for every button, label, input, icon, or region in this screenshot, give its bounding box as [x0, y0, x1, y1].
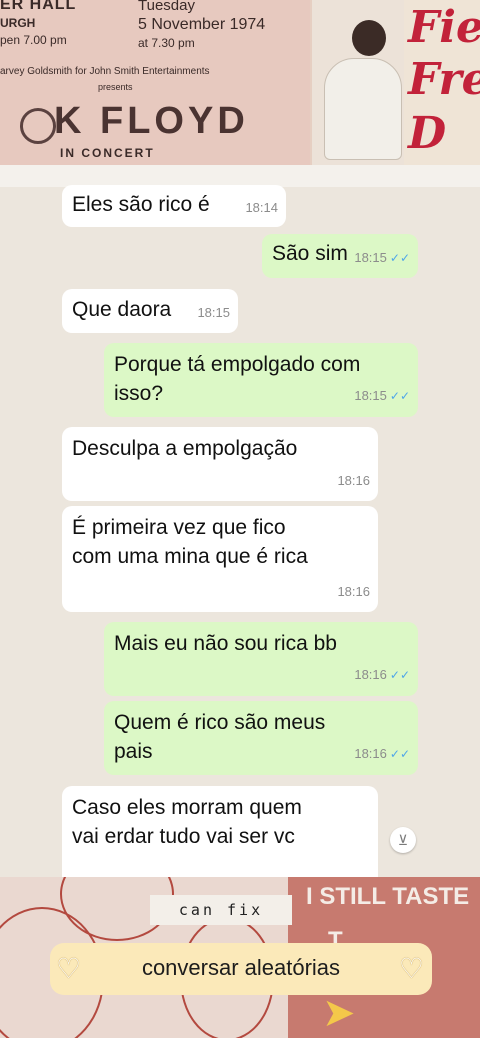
ticket-day: Tuesday: [138, 0, 195, 14]
red-script-text: Fiel Frei D: [404, 0, 480, 165]
message-time: 18:16: [337, 584, 370, 599]
chat-screenshot: Eles são rico é 18:14 São sim 18:15 ✓✓ Qu…: [0, 165, 480, 877]
message-time: 18:14: [245, 200, 278, 215]
top-collage: ER HALL URGH pen 7.00 pm Tuesday 5 Novem…: [0, 0, 480, 165]
message-bubble-incoming[interactable]: Caso eles morram quem vai erdar tudo vai…: [62, 786, 378, 877]
message-text: Que daora: [72, 298, 172, 321]
heart-icon: ♡: [398, 953, 424, 984]
scroll-down-button[interactable]: ⊻: [390, 827, 416, 853]
cursor-arrow-icon: ➤: [322, 991, 356, 1035]
message-text: São sim: [272, 242, 348, 265]
photo-dress-shape: [324, 58, 402, 160]
chevron-double-down-icon: ⊻: [397, 832, 409, 848]
caption-label: conversar aleatórias: [141, 955, 341, 980]
message-bubble-incoming[interactable]: Desculpa a empolgação 18:16: [62, 427, 378, 501]
message-text-line: É primeira vez que fico: [72, 516, 286, 539]
chat-top-fade: [0, 165, 480, 187]
ticket-date: 5 November 1974: [138, 16, 266, 33]
message-bubble-outgoing[interactable]: Porque tá empolgado com isso? 18:15 ✓✓: [104, 343, 418, 417]
message-text-line: Porque tá empolgado com: [114, 353, 361, 376]
concert-ticket-image: ER HALL URGH pen 7.00 pm Tuesday 5 Novem…: [0, 0, 310, 165]
caption-pill: ♡ conversar aleatórias ♡: [50, 943, 432, 995]
ticket-promoter: arvey Goldsmith for John Smith Entertain…: [0, 66, 210, 77]
message-text: Mais eu não sou rica bb: [114, 632, 337, 655]
message-bubble-incoming[interactable]: Eles são rico é 18:14: [62, 185, 286, 227]
message-text: Eles são rico é: [72, 193, 210, 216]
ticket-open-time: pen 7.00 pm: [0, 33, 67, 47]
message-time: 18:16: [354, 746, 387, 761]
message-text-line: com uma mina que é rica: [72, 545, 308, 568]
message-bubble-outgoing[interactable]: Mais eu não sou rica bb 18:16 ✓✓: [104, 622, 418, 696]
message-meta: 18:15 ✓✓: [354, 243, 410, 273]
ticket-city: URGH: [0, 16, 36, 30]
can-fix-sticker: can fix: [150, 895, 292, 925]
bottom-collage: I STILL TASTE T can fix ♡ conversar alea…: [0, 877, 480, 1038]
red-script-line-1: Fiel: [408, 2, 480, 53]
message-time: 18:15: [354, 250, 387, 265]
message-text-line: Caso eles morram quem: [72, 796, 302, 819]
message-bubble-outgoing[interactable]: São sim 18:15 ✓✓: [262, 234, 418, 278]
read-receipt-icon: ✓✓: [389, 668, 410, 682]
read-receipt-icon: ✓✓: [389, 251, 410, 265]
vintage-woman-photo: [312, 0, 404, 165]
message-text-line: Quem é rico são meus: [114, 711, 326, 734]
message-meta: 18:16 ✓✓: [354, 739, 410, 769]
ticket-in-concert: IN CONCERT: [60, 146, 155, 160]
photo-head-shape: [352, 20, 386, 56]
message-time: 18:15: [354, 388, 387, 403]
poster-text-line-1: I STILL TASTE: [306, 883, 470, 910]
ticket-hall: ER HALL: [0, 0, 77, 13]
message-meta: 18:16 ✓✓: [354, 660, 410, 690]
red-script-line-2: Frei: [408, 54, 480, 105]
message-time: 18:15: [197, 305, 230, 320]
ticket-sketch-icon: [20, 108, 56, 144]
red-script-line-3: D: [408, 108, 447, 159]
message-text: Desculpa a empolgação: [72, 437, 298, 460]
message-meta: 18:15 ✓✓: [354, 381, 410, 411]
ticket-presents: presents: [98, 82, 133, 92]
message-bubble-outgoing[interactable]: Quem é rico são meus pais 18:16 ✓✓: [104, 701, 418, 775]
message-text-line: vai erdar tudo vai ser vc: [72, 825, 295, 848]
message-bubble-incoming[interactable]: Que daora 18:15: [62, 289, 238, 333]
read-receipt-icon: ✓✓: [389, 747, 410, 761]
message-time: 18:16: [354, 667, 387, 682]
ticket-band-name: K FLOYD: [54, 100, 249, 142]
message-bubble-incoming[interactable]: É primeira vez que fico com uma mina que…: [62, 506, 378, 612]
ticket-time: at 7.30 pm: [138, 36, 195, 50]
read-receipt-icon: ✓✓: [389, 389, 410, 403]
message-time: 18:16: [337, 473, 370, 488]
